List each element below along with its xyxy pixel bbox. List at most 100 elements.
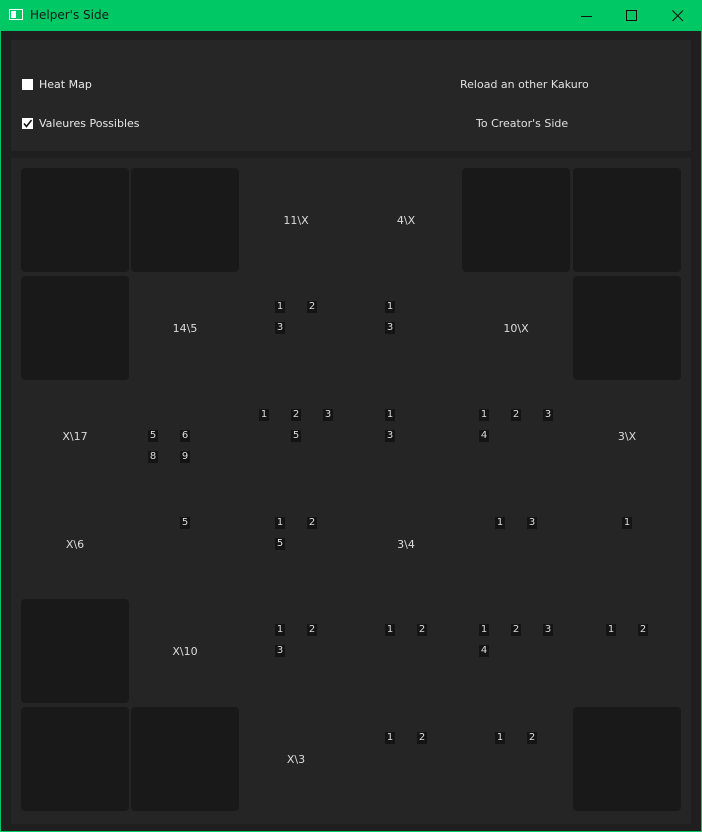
candidate-value: 1 bbox=[495, 732, 505, 744]
close-button[interactable] bbox=[655, 0, 701, 31]
entry-cell[interactable]: 1 2 5 bbox=[242, 492, 350, 596]
entry-cell[interactable]: 13 bbox=[352, 384, 460, 488]
valeures-possibles-checkbox[interactable]: Valeures Possibles bbox=[22, 117, 140, 130]
candidate-value: 2 bbox=[527, 732, 537, 744]
blocked-cell bbox=[21, 168, 129, 272]
valeures-possibles-label: Valeures Possibles bbox=[39, 117, 140, 130]
candidate-value: 3 bbox=[323, 409, 333, 421]
candidate-value: 8 bbox=[148, 451, 158, 463]
entry-cell[interactable]: 13 bbox=[462, 492, 570, 596]
clue-cell: 4\X bbox=[352, 168, 460, 272]
clue-cell: 11\X bbox=[242, 168, 350, 272]
candidate-value: 3 bbox=[543, 624, 553, 636]
entry-cell[interactable]: 12 bbox=[573, 599, 681, 703]
blocked-cell bbox=[21, 276, 129, 380]
candidate-value: 3 bbox=[385, 322, 395, 334]
entry-cell[interactable]: 5 bbox=[131, 492, 239, 596]
title-bar: Helper's Side bbox=[0, 0, 702, 31]
heat-map-checkbox-box[interactable] bbox=[22, 79, 33, 90]
blocked-cell bbox=[573, 276, 681, 380]
candidate-value: 2 bbox=[291, 409, 301, 421]
entry-cell[interactable]: 1 2 3 bbox=[242, 599, 350, 703]
clue-cell: 14\5 bbox=[131, 276, 239, 380]
options-panel: Heat Map Valeures Possibles Reload an ot… bbox=[11, 40, 691, 151]
minimize-button[interactable] bbox=[564, 0, 610, 31]
clue-label: 3\4 bbox=[397, 537, 415, 551]
minimize-icon bbox=[581, 15, 592, 17]
blocked-cell bbox=[21, 599, 129, 703]
clue-cell: 10\X bbox=[462, 276, 570, 380]
entry-cell[interactable]: 1 2 3 4 bbox=[462, 384, 570, 488]
creator-side-button[interactable]: To Creator's Side bbox=[476, 117, 568, 130]
candidate-value: 1 bbox=[275, 624, 285, 636]
clue-cell: 3\4 bbox=[352, 492, 460, 596]
entry-cell[interactable]: 5 6 8 9 bbox=[131, 384, 239, 488]
candidate-value: 3 bbox=[275, 322, 285, 334]
candidate-value: 2 bbox=[307, 624, 317, 636]
clue-label: X\17 bbox=[62, 429, 88, 443]
maximize-button[interactable] bbox=[609, 0, 655, 31]
candidate-value: 1 bbox=[259, 409, 269, 421]
close-icon bbox=[672, 9, 684, 21]
candidate-value: 2 bbox=[417, 624, 427, 636]
clue-label: 10\X bbox=[503, 321, 529, 335]
candidate-value: 2 bbox=[638, 624, 648, 636]
checkmark-icon bbox=[23, 119, 33, 128]
maximize-icon bbox=[626, 9, 637, 21]
clue-label: X\10 bbox=[172, 644, 198, 658]
window-client: Heat Map Valeures Possibles Reload an ot… bbox=[1, 31, 701, 831]
heat-map-checkbox[interactable]: Heat Map bbox=[22, 78, 92, 91]
entry-cell[interactable]: 12 bbox=[352, 707, 460, 811]
entry-cell[interactable]: 1 2 3 4 bbox=[462, 599, 570, 703]
candidate-value: 5 bbox=[275, 538, 285, 550]
clue-label: 11\X bbox=[283, 213, 309, 227]
candidate-value: 1 bbox=[275, 517, 285, 529]
candidate-value: 3 bbox=[275, 645, 285, 657]
candidate-value: 3 bbox=[543, 409, 553, 421]
candidate-value: 5 bbox=[180, 517, 190, 529]
candidate-value: 2 bbox=[511, 624, 521, 636]
candidate-value: 3 bbox=[385, 430, 395, 442]
clue-label: X\3 bbox=[286, 752, 306, 766]
candidate-value: 1 bbox=[275, 301, 285, 313]
clue-label: X\6 bbox=[65, 537, 85, 551]
candidate-value: 1 bbox=[479, 624, 489, 636]
candidate-value: 4 bbox=[479, 430, 489, 442]
candidate-value: 1 bbox=[495, 517, 505, 529]
clue-cell: 3\X bbox=[573, 384, 681, 488]
app-window-icon bbox=[9, 9, 23, 20]
clue-cell: X\10 bbox=[131, 599, 239, 703]
clue-cell: X\3 bbox=[242, 707, 350, 811]
blocked-cell bbox=[573, 707, 681, 811]
entry-cell[interactable]: 1 bbox=[573, 492, 681, 596]
candidate-value: 5 bbox=[291, 430, 301, 442]
candidate-value: 2 bbox=[511, 409, 521, 421]
clue-cell: X\6 bbox=[21, 492, 129, 596]
candidate-value: 9 bbox=[180, 451, 190, 463]
valeures-possibles-checkbox-box[interactable] bbox=[22, 118, 33, 129]
entry-cell[interactable]: 12 bbox=[462, 707, 570, 811]
clue-label: 3\X bbox=[617, 429, 637, 443]
entry-cell[interactable]: 13 bbox=[352, 276, 460, 380]
candidate-value: 1 bbox=[385, 409, 395, 421]
clue-label: 4\X bbox=[396, 213, 416, 227]
heat-map-label: Heat Map bbox=[39, 78, 92, 91]
blocked-cell bbox=[131, 168, 239, 272]
candidate-value: 4 bbox=[479, 645, 489, 657]
kakuro-grid: 11\X 4\X 14\5 1 2 3 1 3 10\X X\17 5 6 8 9 1 2 3 5 1 3 1 2 3 4 3\… bbox=[11, 158, 691, 824]
candidate-value: 1 bbox=[385, 732, 395, 744]
blocked-cell bbox=[21, 707, 129, 811]
clue-label: 14\5 bbox=[172, 321, 198, 335]
candidate-value: 1 bbox=[479, 409, 489, 421]
entry-cell[interactable]: 12 bbox=[352, 599, 460, 703]
candidate-value: 6 bbox=[180, 430, 190, 442]
candidate-value: 2 bbox=[307, 517, 317, 529]
reload-kakuro-button[interactable]: Reload an other Kakuro bbox=[460, 78, 589, 91]
entry-cell[interactable]: 1 2 3 5 bbox=[242, 384, 350, 488]
entry-cell[interactable]: 1 2 3 bbox=[242, 276, 350, 380]
candidate-value: 1 bbox=[606, 624, 616, 636]
candidate-value: 1 bbox=[385, 301, 395, 313]
clue-cell: X\17 bbox=[21, 384, 129, 488]
candidate-value: 5 bbox=[148, 430, 158, 442]
candidate-value: 1 bbox=[622, 517, 632, 529]
